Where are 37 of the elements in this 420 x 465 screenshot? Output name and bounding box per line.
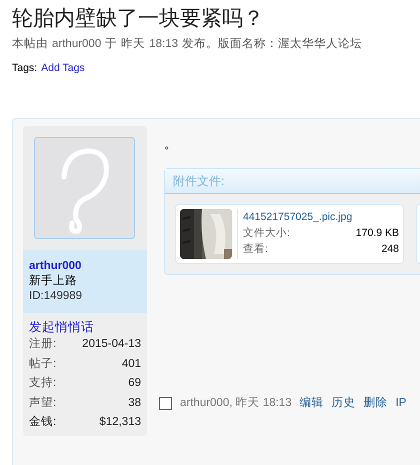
meta-text: 本帖由 xyxy=(12,36,48,52)
user-id: ID:149989 xyxy=(29,289,82,304)
post-action-link[interactable]: 删除 xyxy=(364,395,388,412)
size-value: 170.9 KB xyxy=(356,226,399,241)
stat-value: 38 xyxy=(128,396,141,410)
stat-label: 支持: xyxy=(29,376,56,391)
stat-label: 声望: xyxy=(29,396,56,410)
stat-value: $12,313 xyxy=(99,415,141,430)
post-action-link[interactable]: 历史 xyxy=(332,395,356,412)
stat-label: 帖子: xyxy=(29,356,56,372)
add-tags-link[interactable]: Add Tags xyxy=(41,61,85,77)
username-link[interactable]: arthur000 xyxy=(29,259,82,274)
stat-value: 69 xyxy=(128,376,141,391)
views-label: 查看: xyxy=(243,242,268,257)
stat-label: 注册: xyxy=(29,336,56,352)
post-body: 。 xyxy=(164,136,178,152)
thread-title: 轮胎内壁缺了一块要紧吗？ xyxy=(12,5,265,32)
stat-label: 金钱: xyxy=(29,414,56,430)
attachments-header: 附件文件: xyxy=(165,169,420,194)
meta-text: 于 xyxy=(105,37,118,52)
size-label: 文件大小: xyxy=(243,226,290,241)
stat-value: 401 xyxy=(122,356,141,372)
select-checkbox[interactable] xyxy=(159,397,172,410)
meta-text: 昨天 xyxy=(121,36,146,52)
post-action-link[interactable]: IP xyxy=(396,395,406,412)
byline: arthur000, 昨天 18:13 xyxy=(180,396,292,411)
meta-text: 发布。版面名称：渥太华华人论坛 xyxy=(182,36,362,52)
attachment-card[interactable]: 441521757025_.pic.jpg 文件大小: 170.9 KB 查看: 248 xyxy=(175,204,404,264)
post-action-link[interactable]: 编辑 xyxy=(300,395,324,412)
stat-value: 2015-04-13 xyxy=(82,337,141,352)
views-value: 248 xyxy=(381,242,399,257)
user-rank: 新手上路 xyxy=(29,274,77,289)
private-message-link[interactable]: 发起悄悄话 xyxy=(29,319,141,335)
author-link[interactable]: arthur000 xyxy=(52,36,102,54)
tags-label: Tags: xyxy=(12,61,38,76)
time-text: 18:13 xyxy=(149,37,178,52)
attachment-filename[interactable]: 441521757025_.pic.jpg xyxy=(243,209,399,225)
